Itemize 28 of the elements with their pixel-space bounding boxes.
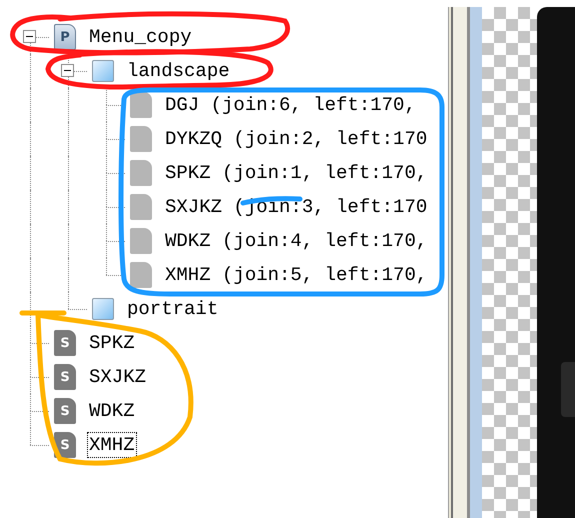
page-icon: P	[54, 24, 76, 50]
tree-item[interactable]: SPKZ (join:1, left:170,	[163, 160, 430, 186]
folder-icon	[92, 298, 114, 320]
document-icon	[130, 126, 152, 152]
script-file-icon: S	[54, 364, 76, 390]
tree-item[interactable]: SXJKZ (join:3, left:170	[163, 194, 430, 220]
tree-item[interactable]: XMHZ (join:5, left:170,	[163, 262, 430, 288]
tree-item[interactable]: DGJ (join:6, left:170,	[163, 92, 418, 118]
tree-item[interactable]: SPKZ	[87, 330, 137, 356]
tree-item[interactable]: WDKZ (join:4, left:170,	[163, 228, 430, 254]
tree-item[interactable]: landscape	[125, 58, 232, 84]
folder-icon	[92, 60, 114, 82]
tree-item[interactable]: portrait	[125, 296, 220, 322]
tree-item[interactable]: SXJKZ	[87, 364, 148, 390]
tree-item[interactable]: XMHZ	[87, 432, 137, 458]
collapse-button[interactable]	[23, 30, 36, 43]
script-file-icon: S	[54, 398, 76, 424]
document-icon	[130, 228, 152, 254]
tree-item[interactable]: Menu_copy	[87, 24, 194, 50]
document-icon	[130, 92, 152, 118]
script-file-icon: S	[54, 330, 76, 356]
splitter-bar[interactable]	[448, 7, 470, 518]
document-icon	[130, 262, 152, 288]
document-icon	[130, 194, 152, 220]
tree-item[interactable]: WDKZ	[87, 398, 137, 424]
tree-item[interactable]: DYKZQ (join:2, left:170	[163, 126, 430, 152]
collapse-button[interactable]	[61, 64, 74, 77]
document-icon	[130, 160, 152, 186]
